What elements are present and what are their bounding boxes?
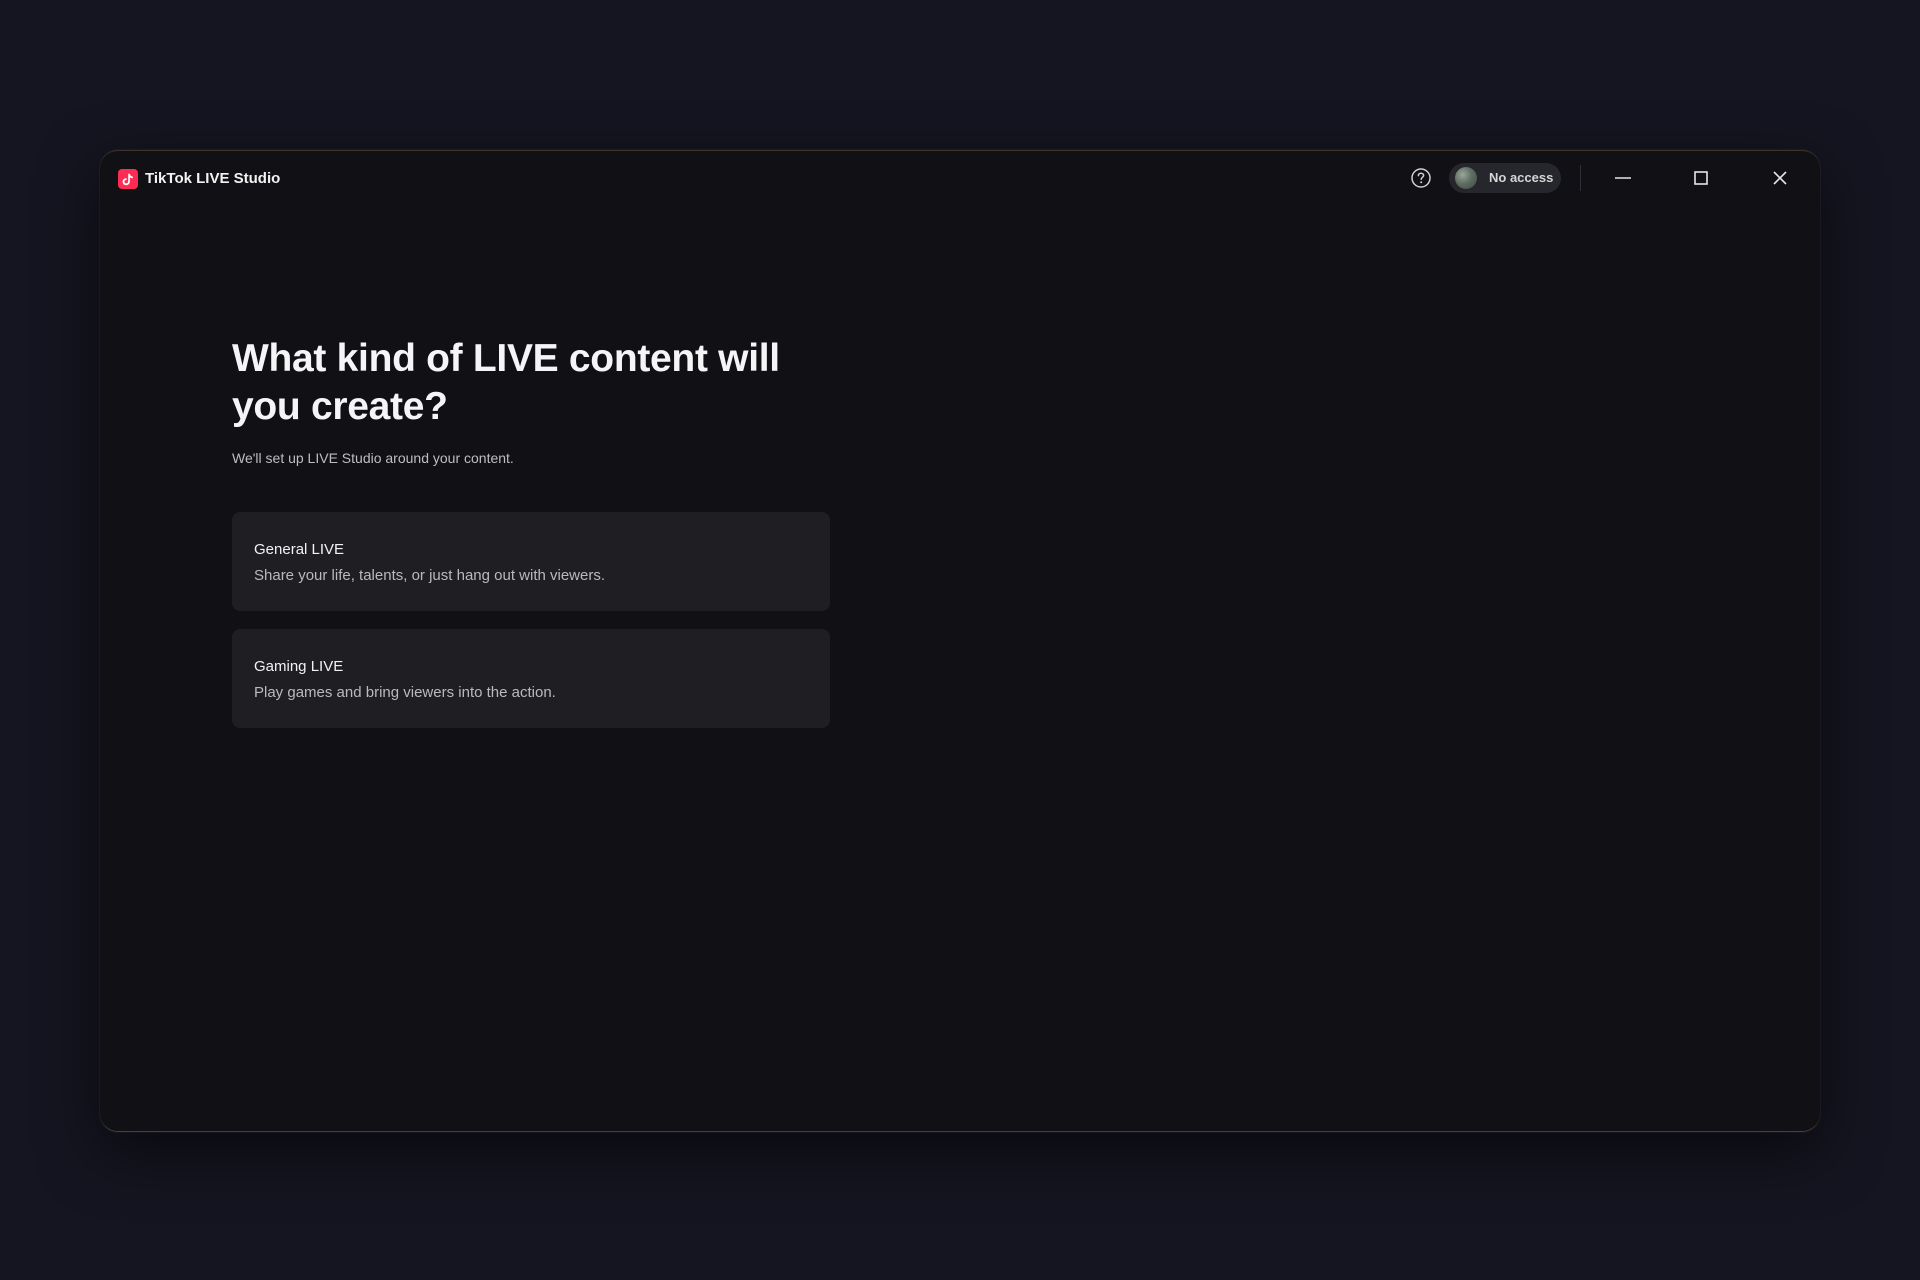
maximize-icon	[1694, 171, 1708, 185]
option-description: Play games and bring viewers into the ac…	[254, 684, 556, 701]
title-bar[interactable]: TikTok LIVE Studio No access	[100, 151, 1820, 205]
minimize-button[interactable]	[1609, 165, 1637, 191]
minimize-icon	[1615, 177, 1631, 179]
app-window: TikTok LIVE Studio No access What kind o…	[100, 150, 1820, 1132]
avatar	[1455, 167, 1477, 189]
maximize-button[interactable]	[1687, 165, 1715, 191]
page-title: What kind of LIVE content will you creat…	[232, 337, 780, 428]
close-button[interactable]	[1766, 165, 1794, 191]
help-icon[interactable]	[1410, 167, 1432, 189]
titlebar-divider	[1580, 165, 1581, 191]
option-title: Gaming LIVE	[254, 658, 344, 675]
content-options-list: General LIVE Share your life, talents, o…	[232, 512, 832, 728]
option-general-live[interactable]: General LIVE Share your life, talents, o…	[232, 512, 830, 611]
account-button[interactable]: No access	[1449, 163, 1561, 193]
option-gaming-live[interactable]: Gaming LIVE Play games and bring viewers…	[232, 629, 830, 728]
app-title: TikTok LIVE Studio	[145, 170, 281, 187]
close-icon	[1773, 171, 1787, 185]
content-type-selection: What kind of LIVE content will you creat…	[232, 335, 832, 746]
option-title: General LIVE	[254, 541, 345, 558]
option-description: Share your life, talents, or just hang o…	[254, 567, 606, 584]
page-subtitle: We'll set up LIVE Studio around your con…	[232, 450, 514, 466]
account-status-label: No access	[1489, 170, 1554, 185]
tiktok-logo-icon	[118, 169, 138, 189]
